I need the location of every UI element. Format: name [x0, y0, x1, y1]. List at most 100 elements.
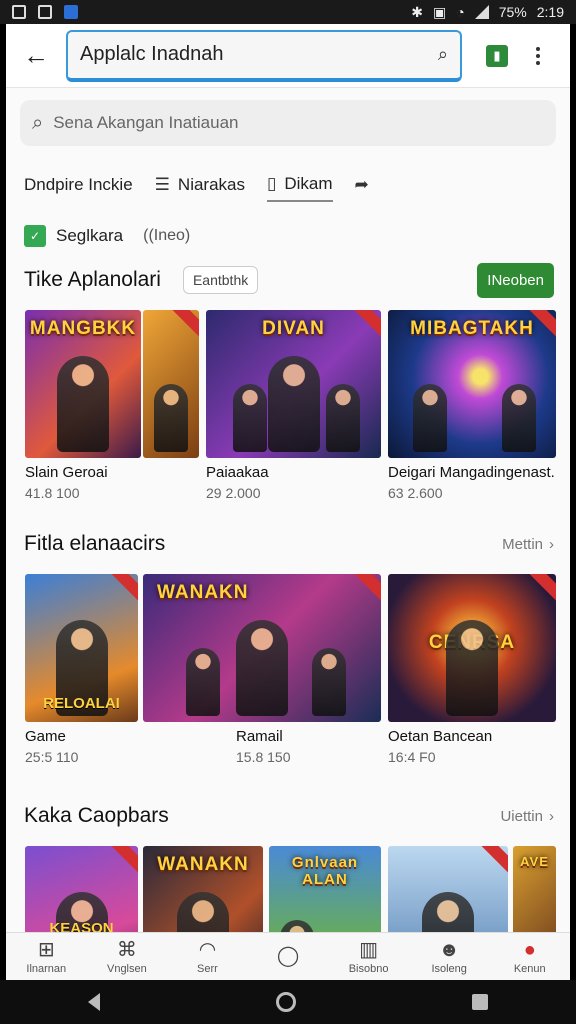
chevron-right-icon: ›: [549, 535, 554, 553]
tab-niarakas[interactable]: ☰ Niarakas: [155, 169, 245, 201]
category-meta: ✓ Seglkara ((Ineo): [6, 214, 570, 250]
nav-item-profile[interactable]: ● Kenun: [489, 933, 570, 980]
back-arrow-icon[interactable]: ←: [16, 40, 56, 71]
install-button[interactable]: INeoben: [477, 262, 554, 298]
chevron-right-icon: ›: [549, 807, 554, 825]
app-notification-icon: [64, 5, 78, 19]
bottom-navigation: ⊞ Ilnarnan ⌘ Vnglsen ◠ Serr ◯ ▥ Bisobno …: [6, 932, 570, 980]
search-icon: ⌕: [32, 111, 44, 134]
app-card[interactable]: MANGBKK: [25, 310, 141, 458]
app-name: Paiaakaa: [206, 464, 269, 481]
see-more-link[interactable]: Uiettin ›: [500, 808, 554, 825]
section-header: Fitla elanaacirs Mettin ›: [6, 524, 570, 564]
app-card[interactable]: MIBAGTAKH: [388, 310, 556, 458]
app-art-title: MANGBKK: [29, 318, 137, 339]
app-row: MANGBKK DIVAN MIBAGTAKH: [6, 310, 570, 458]
corner-ribbon: [480, 846, 508, 876]
app-caption[interactable]: Game 25:5 110: [25, 728, 78, 765]
share-button[interactable]: ➦: [355, 169, 369, 201]
see-more-label: Uiettin: [500, 807, 543, 825]
more-options-icon[interactable]: [536, 46, 540, 65]
app-art-title: Gnlvaan ALAN: [291, 854, 359, 888]
nav-item-messages[interactable]: ◯: [248, 933, 329, 980]
people-icon: ☻: [438, 938, 460, 961]
section-title: Kaka Caopbars: [24, 804, 169, 827]
app-name: Game: [25, 728, 66, 745]
app-card[interactable]: DIVAN: [206, 310, 381, 458]
corner-ribbon: [110, 574, 138, 604]
system-back-icon[interactable]: [88, 993, 100, 1011]
system-navigation-bar: [0, 980, 576, 1024]
app-art-figure: [413, 384, 447, 452]
app-art-title: DIVAN: [262, 318, 325, 339]
search-field-value[interactable]: Applalc Inadnah: [80, 43, 438, 66]
app-card[interactable]: [143, 310, 199, 458]
app-caption[interactable]: Paiaakaa 29 2.000: [206, 464, 269, 501]
nav-label: Serr: [197, 962, 218, 975]
system-home-icon[interactable]: [276, 992, 296, 1012]
section-filter-chip[interactable]: Eantbthk: [182, 266, 259, 294]
app-art-figure: [446, 620, 498, 716]
app-downloads: 63 2.600: [388, 485, 443, 501]
app-captions: Slain Geroai 41.8 100 Paiaakaa 29 2.000 …: [6, 458, 570, 514]
tab-dndpire[interactable]: Dndpire Inckie: [24, 169, 133, 201]
app-art-figure: [325, 384, 360, 452]
corner-ribbon: [110, 846, 138, 876]
app-card[interactable]: WANAKN: [143, 574, 381, 722]
category-icon: ✓: [24, 225, 46, 247]
app-caption[interactable]: Ramail 15.8 150: [236, 728, 291, 765]
app-art-title: AVE: [520, 854, 549, 869]
gallery-icon: [12, 5, 26, 19]
store-icon[interactable]: ▮: [486, 44, 508, 67]
battery-text: 75%: [498, 4, 527, 20]
nav-item-games[interactable]: ⌘ Vnglsen: [87, 933, 168, 980]
top-app-bar: ← Applalc Inadnah ⌕ ▮: [6, 24, 570, 88]
see-more-link[interactable]: Mettin ›: [502, 536, 554, 553]
category-label: Seglkara: [56, 226, 124, 245]
app-downloads: 25:5 110: [25, 749, 79, 765]
search-bar[interactable]: ⌕ Sena Akangan Inatiauan: [20, 100, 556, 146]
game-icon: ⌘: [116, 938, 137, 961]
nav-label: Vnglsen: [106, 962, 147, 975]
books-icon: ▥: [359, 938, 379, 961]
see-more-label: Mettin: [502, 535, 543, 553]
app-caption[interactable]: Slain Geroai 41.8 100: [25, 464, 108, 501]
section-header: Kaka Caopbars Uiettin ›: [6, 796, 570, 836]
tab-label: Dndpire Inckie: [24, 175, 133, 194]
app-art-figure: [154, 384, 188, 452]
section-title: Tike Aplanolari: [24, 268, 161, 291]
app-art-figure: [311, 648, 346, 716]
category-sub: ((Ineo): [143, 227, 191, 244]
app-art-figure: [185, 648, 220, 716]
app-card[interactable]: RELOALAI: [25, 574, 138, 722]
section-title: Fitla elanaacirs: [24, 532, 166, 555]
search-field[interactable]: Applalc Inadnah ⌕: [66, 29, 462, 82]
share-icon: ➦: [354, 175, 369, 194]
search-icon[interactable]: ⌕: [438, 44, 448, 65]
app-captions: Game 25:5 110 Ramail 15.8 150 Oetan Banc…: [6, 722, 570, 778]
app-name: Oetan Bancean: [388, 728, 493, 745]
list-icon: ☰: [154, 175, 170, 194]
search-placeholder: Sena Akangan Inatiauan: [53, 113, 239, 132]
nav-item-serr[interactable]: ◠ Serr: [167, 933, 248, 980]
corner-ribbon: [528, 574, 556, 604]
app-art-figure: [502, 384, 537, 452]
comment-icon: ◯: [276, 944, 300, 967]
app-downloads: 41.8 100: [25, 485, 80, 501]
app-name: Deigari Mangadingenast.: [388, 464, 555, 481]
nav-item-people[interactable]: ☻ Isoleng: [409, 933, 490, 980]
document-icon: ▯: [267, 174, 277, 193]
app-name: Slain Geroai: [25, 464, 108, 481]
nav-item-books[interactable]: ▥ Bisobno: [328, 933, 409, 980]
app-card[interactable]: CENRSA: [388, 574, 556, 722]
system-recents-icon[interactable]: [472, 994, 488, 1010]
clock: 2:19: [536, 4, 564, 20]
tab-dikam[interactable]: ▯ Dikam: [267, 168, 333, 202]
nav-label: Kenun: [513, 962, 546, 975]
app-downloads: 16:4 F0: [388, 749, 436, 765]
filter-tabs: Dndpire Inckie ☰ Niarakas ▯ Dikam ➦: [6, 156, 570, 214]
app-caption[interactable]: Oetan Bancean 16:4 F0: [388, 728, 492, 765]
app-caption[interactable]: Deigari Mangadingenast. 63 2.600: [388, 464, 555, 501]
section-header: Tike Aplanolari Eantbthk INeoben: [6, 260, 570, 300]
nav-item-home[interactable]: ⊞ Ilnarnan: [6, 933, 87, 980]
